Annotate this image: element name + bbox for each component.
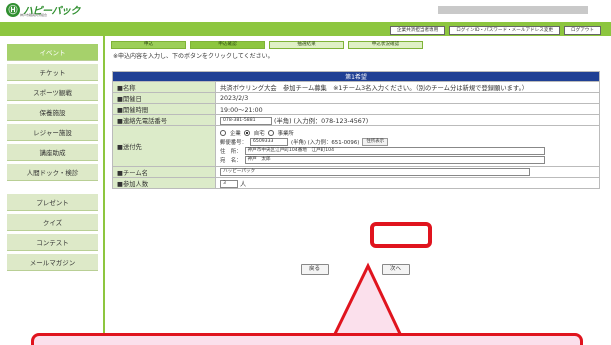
callout-box [31, 333, 583, 345]
callout-pointer-icon [330, 262, 405, 345]
screenshot-root: { "header": { "logo_mark": "Ⓗ", "logo_te… [0, 0, 611, 345]
